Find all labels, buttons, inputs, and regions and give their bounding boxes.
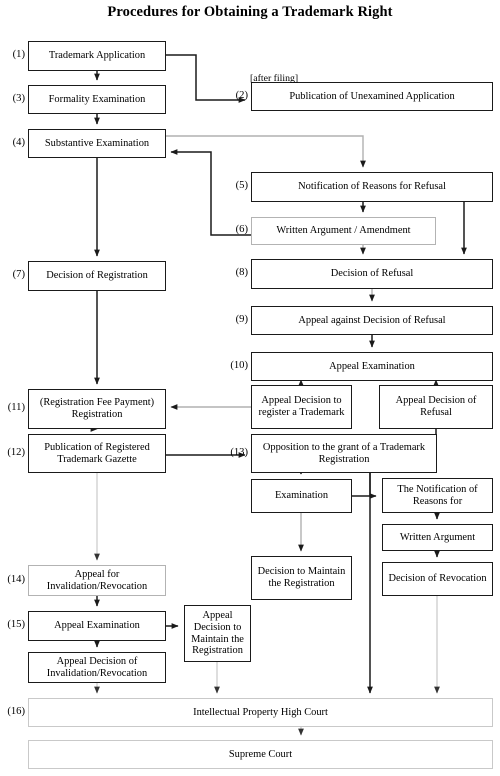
step-number-14: (14): [7, 573, 25, 585]
step-number-1: (1): [12, 49, 25, 60]
after-filing-note: [after filing]: [250, 73, 299, 84]
node-intellectual-property-high-court: Intellectual Property High Court: [28, 698, 493, 727]
step-number-5: (5): [235, 180, 248, 191]
node-trademark-application: Trademark Application: [28, 41, 166, 71]
step-number-8: (8): [235, 267, 248, 278]
step-number-2: (2): [235, 89, 248, 101]
node-publication-of-registered-trademark-gazette: Publication of Registered Trademark Gaze…: [28, 434, 166, 473]
node-appeal-against-decision-of-refusal: Appeal against Decision of Refusal: [251, 306, 493, 335]
node-appeal-decision-of-invalidation-revocation: Appeal Decision of Invalidation/Revocati…: [28, 652, 166, 683]
node-supreme-court: Supreme Court: [28, 740, 493, 769]
step-number-9: (9): [235, 313, 248, 325]
connector: [166, 135, 366, 168]
step-number-16: (16): [7, 705, 25, 717]
node-decision-of-refusal: Decision of Refusal: [251, 259, 493, 289]
node-written-argument: Written Argument: [382, 524, 493, 551]
node-decision-of-revocation: Decision of Revocation: [382, 562, 493, 596]
node-decision-to-maintain-the-registration: Decision to Maintain the Registration: [251, 556, 352, 600]
node-appeal-examination: Appeal Examination: [251, 352, 493, 381]
node-the-notification-of-reasons-for: The Notification of Reasons for: [382, 478, 493, 513]
step-number-11: (11): [7, 402, 25, 413]
node-appeal-decision-to-maintain-the-registration: Appeal Decision to Maintain the Registra…: [184, 605, 251, 662]
node-written-argument-amendment: Written Argument / Amendment: [251, 217, 436, 245]
node-appeal-decision-to-register-a-trademark: Appeal Decision to register a Trademark: [251, 385, 352, 429]
step-number-12: (12): [7, 446, 25, 458]
connector: [170, 149, 251, 236]
step-number-13: (13): [230, 446, 248, 458]
step-number-10: (10): [230, 359, 248, 371]
flowchart-canvas: Procedures for Obtaining a Trademark Rig…: [0, 0, 500, 776]
step-number-7: (7): [12, 269, 25, 280]
node-substantive-examination: Substantive Examination: [28, 129, 166, 158]
step-number-6: (6): [235, 224, 248, 235]
node-opposition-to-the-grant-of-a-trademark-registrat: Opposition to the grant of a Trademark R…: [251, 434, 437, 473]
step-number-4: (4): [12, 136, 25, 148]
node-notification-of-reasons-for-refusal: Notification of Reasons for Refusal: [251, 172, 493, 202]
node-publication-of-unexamined-application: Publication of Unexamined Application: [251, 82, 493, 111]
step-number-15: (15): [7, 619, 25, 630]
node-examination: Examination: [251, 479, 352, 513]
node-formality-examination: Formality Examination: [28, 85, 166, 114]
page-title: Procedures for Obtaining a Trademark Rig…: [107, 4, 393, 20]
node-appeal-for-invalidation-revocation: Appeal for Invalidation/Revocation: [28, 565, 166, 596]
node-appeal-examination: Appeal Examination: [28, 611, 166, 641]
node-appeal-decision-of-refusal: Appeal Decision of Refusal: [379, 385, 493, 429]
step-number-3: (3): [12, 92, 25, 104]
node-decision-of-registration: Decision of Registration: [28, 261, 166, 291]
node-registration-fee-payment-registration: (Registration Fee Payment) Registration: [28, 389, 166, 429]
